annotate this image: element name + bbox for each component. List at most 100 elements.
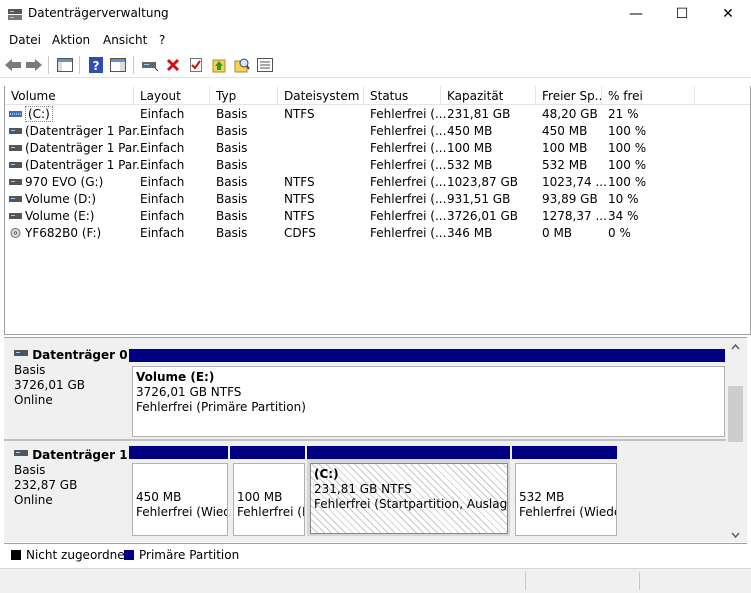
cell-volume: (Datenträger 1 Par... (25, 158, 148, 172)
disk-0-type: Basis (14, 363, 46, 377)
disk-0-partitions: Volume (E:) 3726,01 GB NTFS Fehlerfrei (… (128, 344, 726, 438)
connect-disk-button[interactable] (140, 55, 160, 75)
status-bar-divider (525, 572, 526, 590)
minimize-button[interactable]: — (613, 0, 659, 28)
column-header-layout[interactable]: Layout (134, 86, 210, 105)
toolbar-separator (48, 56, 49, 74)
delete-button[interactable] (163, 55, 183, 75)
partition-recovery-2-size: 532 MB (519, 490, 565, 504)
cell-free: 100 MB (542, 141, 588, 155)
forward-icon (26, 59, 42, 71)
cell-pct: 100 % (608, 124, 647, 138)
cd-rom-icon (10, 228, 21, 238)
menu-bar: Datei Aktion Ansicht ? (0, 29, 751, 51)
menu-datei[interactable]: Datei (9, 33, 41, 47)
toolbar-separator (133, 56, 134, 74)
graph-scrollbar[interactable] (727, 338, 744, 542)
scroll-thumb[interactable] (728, 386, 743, 442)
cell-volume: (C:) (25, 106, 53, 122)
disk-0-info[interactable]: Datenträger 0 Basis 3726,01 GB Online (4, 344, 128, 438)
partition-header (307, 446, 510, 459)
column-header-freier-speicher[interactable]: Freier Sp... (536, 86, 602, 105)
disk-volume-icon (9, 196, 22, 202)
volume-row[interactable]: Volume (D:) Einfach Basis NTFS Fehlerfrei (.… (5, 191, 750, 208)
cell-capacity: 1023,87 GB (447, 175, 518, 189)
disk-management-app-icon (8, 9, 22, 20)
menu-help[interactable]: ? (159, 33, 165, 47)
back-icon (5, 59, 21, 71)
close-button[interactable]: ✕ (705, 0, 751, 28)
cell-layout: Einfach (140, 226, 185, 240)
disk-1-name: Datenträger 1 (32, 448, 128, 462)
disk-volume-icon (9, 213, 22, 219)
back-button[interactable] (3, 55, 23, 75)
forward-button[interactable] (24, 55, 44, 75)
cell-volume: Volume (D:) (25, 192, 97, 206)
disk-1-state: Online (14, 493, 53, 507)
disk-volume-icon (9, 145, 22, 151)
volume-row[interactable]: 970 EVO (G:) Einfach Basis NTFS Fehlerfrei (… (5, 174, 750, 191)
maximize-button[interactable]: ☐ (659, 0, 705, 28)
minimize-icon: — (629, 6, 643, 22)
partition-body: 450 MB Fehlerfrei (Wiederherstellungspar… (132, 463, 228, 536)
volume-row[interactable]: YF682B0 (F:) Einfach Basis CDFS Fehlerfrei (… (5, 225, 750, 242)
scroll-up-icon[interactable] (727, 340, 744, 354)
cell-layout: Einfach (140, 192, 185, 206)
disk-0-title: Datenträger 0 (14, 348, 128, 363)
partition-c[interactable]: (C:) 231,81 GB NTFS Fehlerfrei (Startpar… (307, 446, 510, 536)
column-header-kapazitaet[interactable]: Kapazität (441, 86, 536, 105)
menu-aktion[interactable]: Aktion (52, 33, 90, 47)
action-pane-button[interactable] (108, 55, 128, 75)
volume-row[interactable]: (Datenträger 1 Par... Einfach Basis Fehlerf… (5, 123, 750, 140)
partition-c-body: (C:) 231,81 GB NTFS Fehlerfrei (Startpar… (310, 463, 508, 534)
disk-0-name: Datenträger 0 (32, 348, 128, 362)
partition-efi-status: Fehlerfrei (EFI-Systempartition) (237, 505, 304, 519)
status-bar-divider (639, 572, 640, 590)
volume-row[interactable]: (Datenträger 1 Par... Einfach Basis Fehlerf… (5, 157, 750, 174)
properties-button[interactable] (186, 55, 206, 75)
cell-pct: 100 % (608, 158, 647, 172)
scroll-down-icon[interactable] (727, 528, 744, 542)
search-button[interactable] (232, 55, 252, 75)
partition-recovery-2[interactable]: 532 MB Fehlerfrei (Wiederherstellungspar… (512, 446, 617, 536)
column-header-prozent-frei[interactable]: % frei (602, 86, 695, 105)
volume-row[interactable]: Volume (E:) Einfach Basis NTFS Fehlerfrei (.… (5, 208, 750, 225)
partition-e-header (129, 349, 725, 362)
refresh-button[interactable] (209, 55, 229, 75)
cell-volume: Volume (E:) (25, 209, 95, 223)
cell-capacity: 450 MB (447, 124, 493, 138)
svg-text:?: ? (93, 59, 100, 73)
partition-header (512, 446, 617, 459)
disk-volume-icon (9, 128, 22, 134)
column-header-status[interactable]: Status (364, 86, 441, 105)
legend-swatch-unallocated (11, 550, 21, 560)
cell-layout: Einfach (140, 209, 185, 223)
console-tree-button[interactable] (55, 55, 75, 75)
column-header-dateisystem[interactable]: Dateisystem (278, 86, 364, 105)
list-view-button[interactable] (255, 55, 275, 75)
cell-free: 1278,37 ... (542, 209, 607, 223)
close-icon: ✕ (722, 6, 734, 22)
partition-header (230, 446, 305, 459)
cell-layout: Einfach (140, 124, 185, 138)
column-header-volume[interactable]: Volume (5, 86, 134, 105)
partition-recovery-1[interactable]: 450 MB Fehlerfrei (Wiederherstellungspar… (129, 446, 228, 536)
status-bar (0, 568, 751, 593)
volume-row[interactable]: (Datenträger 1 Par... Einfach Basis Fehlerf… (5, 140, 750, 157)
cell-status: Fehlerfrei (... (370, 158, 447, 172)
disk-volume-icon (9, 162, 22, 168)
partition-efi[interactable]: 100 MB Fehlerfrei (EFI-Systempartition) (230, 446, 305, 536)
help-button[interactable]: ? (86, 55, 106, 75)
cell-status: Fehlerfrei (... (370, 107, 447, 121)
cell-layout: Einfach (140, 107, 185, 121)
partition-e-status: Fehlerfrei (Primäre Partition) (136, 400, 306, 414)
menu-ansicht[interactable]: Ansicht (103, 33, 147, 47)
cell-fs: CDFS (284, 226, 316, 240)
column-header-typ[interactable]: Typ (210, 86, 278, 105)
cell-volume: (Datenträger 1 Par... (25, 141, 148, 155)
disk-1-info[interactable]: Datenträger 1 Basis 232,87 GB Online (4, 444, 128, 538)
partition-body: 100 MB Fehlerfrei (EFI-Systempartition) (233, 463, 305, 536)
partition-e[interactable]: Volume (E:) 3726,01 GB NTFS Fehlerfrei (… (129, 349, 725, 437)
cell-pct: 100 % (608, 175, 647, 189)
volume-row[interactable]: (C:) Einfach Basis NTFS Fehlerfrei (... 231,8… (5, 106, 750, 123)
